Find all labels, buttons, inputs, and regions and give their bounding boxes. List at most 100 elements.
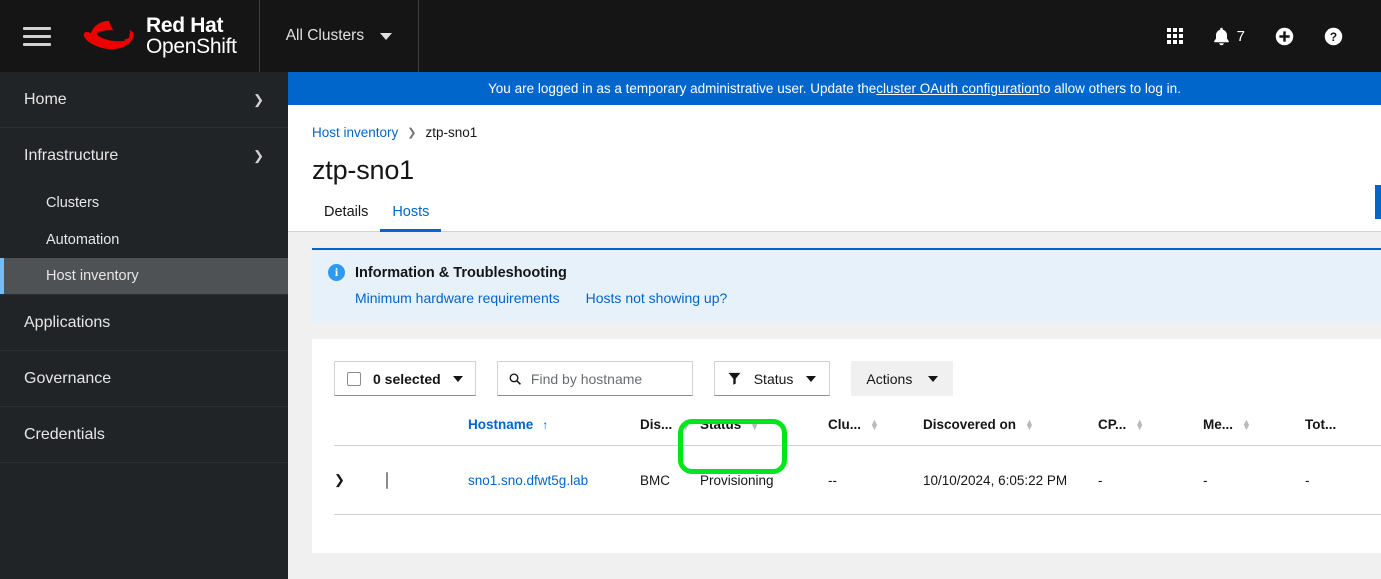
breadcrumb: Host inventory ❯ ztp-sno1 — [288, 105, 1381, 140]
sidebar-item-infrastructure[interactable]: Infrastructure ❯ — [0, 128, 288, 184]
cluster-oauth-configuration-link[interactable]: cluster OAuth configuration — [876, 81, 1039, 96]
primary-action-button-offscreen[interactable] — [1375, 185, 1381, 219]
sidebar-item-clusters[interactable]: Clusters — [0, 184, 288, 221]
caret-down-icon — [380, 32, 393, 40]
sidebar-item-applications[interactable]: Applications — [0, 295, 288, 351]
cluster-selector[interactable]: All Clusters — [260, 0, 418, 72]
header-hostname-label: Hostname — [468, 417, 534, 432]
tab-hosts-label: Hosts — [392, 204, 430, 220]
sidebar-item-automation-label: Automation — [46, 231, 120, 248]
row-select-cell — [386, 445, 468, 515]
caret-down-icon — [928, 375, 939, 382]
search-box[interactable] — [496, 361, 693, 396]
status-filter-dropdown[interactable]: Status — [713, 361, 831, 396]
alert-title: Information & Troubleshooting — [355, 264, 567, 281]
sort-both-icon: ▲ ▼ — [750, 416, 760, 432]
breadcrumb-host-inventory-link[interactable]: Host inventory — [312, 125, 398, 140]
masthead: Red Hat OpenShift All Clusters 7 ? — [0, 0, 1381, 72]
cluster-selector-label: All Clusters — [285, 27, 365, 44]
application-launcher-button[interactable] — [1166, 28, 1183, 44]
cell-cpu: - — [1098, 445, 1203, 515]
bulk-select-dropdown[interactable]: 0 selected — [334, 361, 476, 396]
header-discovered-on[interactable]: Discovered on ▲ ▼ — [923, 417, 1098, 446]
logo-line-1: Red Hat — [146, 13, 224, 37]
notifications-button[interactable]: 7 — [1213, 27, 1245, 46]
header-total-label: Tot... — [1305, 417, 1337, 432]
bell-icon — [1213, 27, 1229, 45]
sidebar-item-home[interactable]: Home ❯ — [0, 72, 288, 128]
hosts-table: Hostname ↑ Dis... ▲ ▼ Status ▲ ▼ Clu... … — [334, 417, 1381, 515]
filter-icon — [728, 372, 741, 385]
banner-text-after: to allow others to log in. — [1039, 81, 1181, 96]
help-button[interactable]: ? — [1324, 27, 1343, 46]
sidebar-item-governance-label: Governance — [24, 369, 112, 387]
sidebar-item-governance[interactable]: Governance — [0, 351, 288, 407]
sidebar-item-home-label: Home — [24, 90, 67, 108]
add-button[interactable] — [1275, 27, 1294, 46]
chevron-right-icon[interactable]: ❯ — [334, 472, 345, 487]
status-value: Provisioning — [700, 472, 774, 488]
sidebar-item-automation[interactable]: Automation — [0, 221, 288, 258]
header-discovery-label: Dis... — [640, 417, 673, 432]
search-icon — [509, 372, 521, 385]
hamburger-menu-icon[interactable] — [14, 0, 60, 72]
cell-hostname: sno1.sno.dfwt5g.lab — [468, 445, 640, 515]
hosts-table-card: 0 selected Status — [312, 339, 1381, 553]
actions-label: Actions — [866, 370, 913, 387]
row-expand-cell: ❯ — [334, 445, 386, 515]
sidebar-item-credentials[interactable]: Credentials — [0, 407, 288, 463]
hostname-link[interactable]: sno1.sno.dfwt5g.lab — [468, 473, 588, 488]
svg-text:?: ? — [1330, 29, 1337, 43]
table-row: ❯ sno1.sno.dfwt5g.lab BMC Provisioning -… — [334, 419, 1381, 515]
info-circle-icon: i — [328, 264, 345, 281]
cell-cluster: -- — [828, 445, 923, 515]
header-hostname[interactable]: Hostname ↑ — [468, 417, 640, 446]
alert-header: i Information & Troubleshooting — [328, 264, 1381, 281]
breadcrumb-current: ztp-sno1 — [425, 125, 478, 140]
caret-down-icon — [806, 375, 817, 382]
sidebar-item-applications-label: Applications — [24, 313, 111, 331]
header-total[interactable]: Tot... — [1305, 417, 1381, 446]
page-body: i Information & Troubleshooting Minimum … — [288, 232, 1381, 579]
chevron-right-icon: ❯ — [407, 127, 417, 139]
page-title: ztp-sno1 — [312, 155, 414, 185]
minimum-hardware-requirements-link[interactable]: Minimum hardware requirements — [355, 290, 560, 306]
header-expand — [334, 417, 386, 446]
header-status[interactable]: Status ▲ ▼ — [700, 417, 828, 446]
sort-both-icon: ▲ ▼ — [1135, 416, 1145, 432]
cell-memory: - — [1203, 445, 1305, 515]
sort-ascending-icon: ↑ — [542, 417, 549, 432]
question-circle-icon: ? — [1324, 27, 1343, 45]
hosts-not-showing-up-link[interactable]: Hosts not showing up? — [586, 290, 728, 306]
sidebar-item-credentials-label: Credentials — [24, 425, 105, 443]
plus-circle-icon — [1275, 27, 1294, 45]
header-cpu[interactable]: CP... ▲ ▼ — [1098, 417, 1203, 446]
sidebar-item-host-inventory[interactable]: Host inventory — [0, 258, 288, 295]
search-input[interactable] — [530, 370, 681, 387]
sort-both-icon: ▲ ▼ — [681, 416, 691, 432]
sidebar-navigation: Home ❯ Infrastructure ❯ Clusters Automat… — [0, 72, 288, 579]
row-checkbox[interactable] — [386, 471, 388, 489]
cell-status: Provisioning — [678, 419, 828, 515]
header-discovery[interactable]: Dis... ▲ ▼ — [640, 417, 700, 446]
tab-details-label: Details — [324, 204, 369, 220]
table-toolbar: 0 selected Status — [334, 361, 1381, 396]
header-memory[interactable]: Me... ▲ ▼ — [1203, 417, 1305, 446]
masthead-divider-right — [418, 0, 420, 72]
header-cluster[interactable]: Clu... ▲ ▼ — [828, 417, 923, 446]
sort-both-icon: ▲ ▼ — [1242, 416, 1251, 432]
grid-icon — [1166, 28, 1183, 44]
main-content: Host inventory ❯ ztp-sno1 ztp-sno1 Detai… — [288, 105, 1381, 579]
chevron-down-icon: ❯ — [253, 148, 264, 163]
tab-hosts[interactable]: Hosts — [380, 204, 442, 232]
information-troubleshooting-alert: i Information & Troubleshooting Minimum … — [312, 248, 1381, 322]
red-hat-openshift-logo[interactable]: Red Hat OpenShift — [80, 13, 237, 58]
logo-line-2: OpenShift — [146, 35, 237, 58]
tab-details[interactable]: Details — [312, 204, 380, 231]
header-status-label: Status — [700, 417, 742, 432]
checkbox-icon[interactable] — [347, 371, 361, 386]
cell-discovery: BMC — [640, 445, 700, 515]
header-cpu-label: CP... — [1098, 417, 1127, 432]
actions-dropdown[interactable]: Actions — [851, 361, 954, 396]
sidebar-item-infrastructure-label: Infrastructure — [24, 147, 119, 164]
